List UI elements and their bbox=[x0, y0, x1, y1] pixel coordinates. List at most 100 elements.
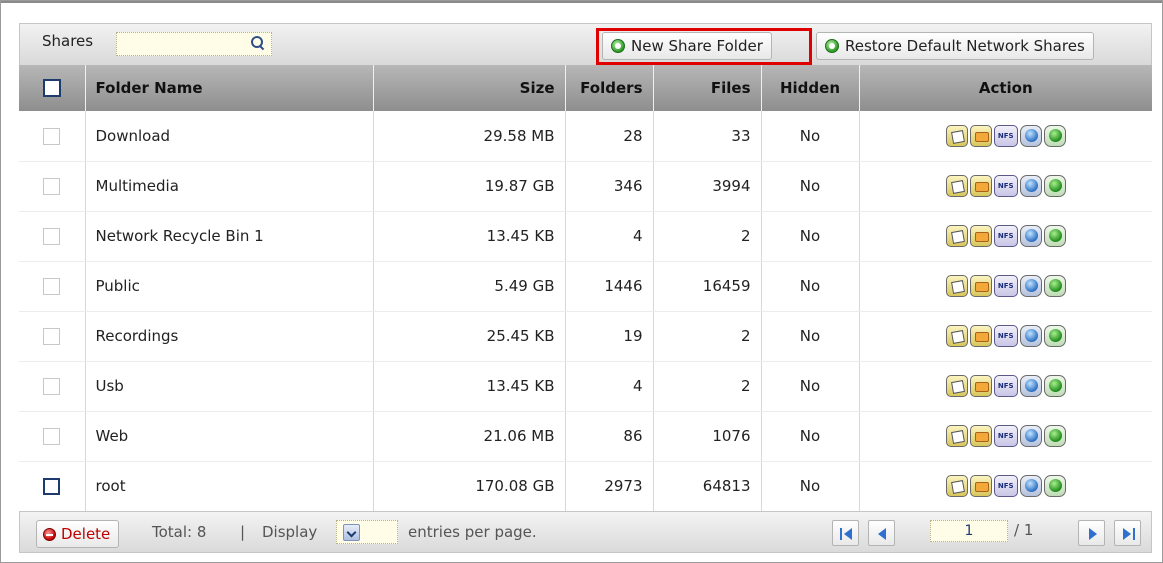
table-row[interactable]: Multimedia 19.87 GB 346 3994 No NFS bbox=[19, 161, 1152, 212]
folder-count: 86 bbox=[565, 411, 654, 462]
add-icon bbox=[825, 39, 839, 53]
header-folders[interactable]: Folders bbox=[565, 65, 654, 111]
previous-page-icon bbox=[878, 528, 886, 540]
edit-icon[interactable] bbox=[945, 325, 968, 347]
network-access-icon[interactable] bbox=[1019, 275, 1042, 297]
hidden-status: No bbox=[761, 411, 860, 462]
row-checkbox[interactable] bbox=[43, 127, 61, 145]
entries-per-page-text: entries per page. bbox=[408, 523, 537, 541]
refresh-icon[interactable] bbox=[1043, 124, 1066, 147]
search-icon[interactable] bbox=[251, 36, 265, 50]
next-page-button[interactable] bbox=[1078, 520, 1105, 546]
row-checkbox[interactable] bbox=[43, 378, 61, 395]
header-folder-name[interactable]: Folder Name bbox=[85, 65, 374, 111]
file-count: 64813 bbox=[653, 461, 762, 512]
table-row[interactable]: Web 21.06 MB 86 1076 No NFS bbox=[19, 411, 1152, 462]
refresh-icon[interactable] bbox=[1043, 475, 1066, 497]
action-cell: NFS bbox=[859, 161, 1152, 212]
nfs-icon[interactable]: NFS bbox=[993, 225, 1018, 247]
table-row[interactable]: Usb 13.45 KB 4 2 No NFS bbox=[19, 361, 1152, 412]
folder-name: Download bbox=[85, 111, 374, 162]
nfs-icon[interactable]: NFS bbox=[993, 325, 1018, 347]
new-share-folder-button[interactable]: New Share Folder bbox=[602, 32, 772, 60]
refresh-icon[interactable] bbox=[1043, 425, 1066, 447]
table-row[interactable]: Recordings 25.45 KB 19 2 No NFS bbox=[19, 311, 1152, 362]
edit-icon[interactable] bbox=[945, 425, 968, 447]
share-permission-icon[interactable] bbox=[969, 475, 992, 497]
last-page-icon bbox=[1123, 528, 1131, 540]
action-cell: NFS bbox=[859, 311, 1152, 362]
edit-icon[interactable] bbox=[945, 375, 968, 397]
share-permission-icon[interactable] bbox=[969, 275, 992, 297]
nfs-icon[interactable]: NFS bbox=[993, 124, 1018, 147]
edit-icon[interactable] bbox=[945, 124, 968, 147]
nfs-icon[interactable]: NFS bbox=[993, 175, 1018, 197]
row-checkbox[interactable] bbox=[43, 428, 61, 445]
row-checkbox[interactable] bbox=[43, 228, 61, 245]
row-checkbox[interactable] bbox=[43, 278, 61, 295]
action-icons: NFS bbox=[945, 175, 1066, 197]
share-permission-icon[interactable] bbox=[969, 375, 992, 397]
add-icon bbox=[611, 39, 625, 53]
table-row[interactable]: root 170.08 GB 2973 64813 No NFS bbox=[19, 461, 1152, 512]
file-count: 2 bbox=[653, 311, 762, 362]
share-permission-icon[interactable] bbox=[969, 175, 992, 197]
nfs-icon[interactable]: NFS bbox=[993, 475, 1018, 497]
nfs-icon[interactable]: NFS bbox=[993, 275, 1018, 297]
refresh-icon[interactable] bbox=[1043, 275, 1066, 297]
refresh-icon[interactable] bbox=[1043, 325, 1066, 347]
refresh-icon[interactable] bbox=[1043, 225, 1066, 247]
table-row[interactable]: Download 29.58 MB 28 33 No NFS bbox=[19, 111, 1152, 162]
last-page-button[interactable] bbox=[1114, 520, 1141, 546]
network-access-icon[interactable] bbox=[1019, 325, 1042, 347]
folder-count: 1446 bbox=[565, 261, 654, 312]
edit-icon[interactable] bbox=[945, 225, 968, 247]
total-count: Total: 8 bbox=[152, 523, 207, 541]
share-permission-icon[interactable] bbox=[969, 225, 992, 247]
hidden-status: No bbox=[761, 311, 860, 362]
search-input[interactable] bbox=[116, 32, 272, 56]
edit-icon[interactable] bbox=[945, 175, 968, 197]
folder-size: 25.45 KB bbox=[373, 311, 566, 362]
select-all-checkbox[interactable] bbox=[42, 79, 61, 98]
row-checkbox[interactable] bbox=[43, 178, 61, 195]
restore-default-network-shares-button[interactable]: Restore Default Network Shares bbox=[816, 32, 1094, 60]
network-access-icon[interactable] bbox=[1019, 375, 1042, 397]
header-size[interactable]: Size bbox=[373, 65, 566, 111]
folder-count: 346 bbox=[565, 161, 654, 212]
row-checkbox[interactable] bbox=[43, 478, 61, 495]
entries-per-page-select[interactable]: 10 bbox=[336, 520, 398, 544]
row-checkbox-cell bbox=[19, 411, 86, 462]
network-access-icon[interactable] bbox=[1019, 475, 1042, 497]
first-page-button[interactable] bbox=[832, 520, 859, 546]
network-access-icon[interactable] bbox=[1019, 175, 1042, 197]
file-count: 16459 bbox=[653, 261, 762, 312]
edit-icon[interactable] bbox=[945, 275, 968, 297]
folder-size: 21.06 MB bbox=[373, 411, 566, 462]
network-access-icon[interactable] bbox=[1019, 124, 1042, 147]
hidden-status: No bbox=[761, 261, 860, 312]
share-permission-icon[interactable] bbox=[969, 425, 992, 447]
refresh-icon[interactable] bbox=[1043, 375, 1066, 397]
nfs-icon[interactable]: NFS bbox=[993, 425, 1018, 447]
table-row[interactable]: Public 5.49 GB 1446 16459 No NFS bbox=[19, 261, 1152, 312]
table-row[interactable]: Network Recycle Bin 1 13.45 KB 4 2 No NF… bbox=[19, 211, 1152, 262]
header-hidden[interactable]: Hidden bbox=[761, 65, 860, 111]
network-access-icon[interactable] bbox=[1019, 425, 1042, 447]
share-permission-icon[interactable] bbox=[969, 124, 992, 147]
delete-button[interactable]: Delete bbox=[36, 520, 120, 548]
previous-page-button[interactable] bbox=[868, 520, 895, 546]
row-checkbox[interactable] bbox=[43, 328, 61, 345]
chevron-down-icon[interactable] bbox=[343, 524, 360, 541]
refresh-icon[interactable] bbox=[1043, 175, 1066, 197]
share-permission-icon[interactable] bbox=[969, 325, 992, 347]
network-access-icon[interactable] bbox=[1019, 225, 1042, 247]
nfs-icon[interactable]: NFS bbox=[993, 375, 1018, 397]
toolbar: Shares New Share Folder Restore Default … bbox=[19, 23, 1152, 65]
folder-name: Network Recycle Bin 1 bbox=[85, 211, 374, 262]
edit-icon[interactable] bbox=[945, 475, 968, 497]
page-number-input[interactable]: 1 bbox=[930, 520, 1008, 542]
file-count: 2 bbox=[653, 361, 762, 412]
header-files[interactable]: Files bbox=[653, 65, 762, 111]
action-cell: NFS bbox=[859, 261, 1152, 312]
